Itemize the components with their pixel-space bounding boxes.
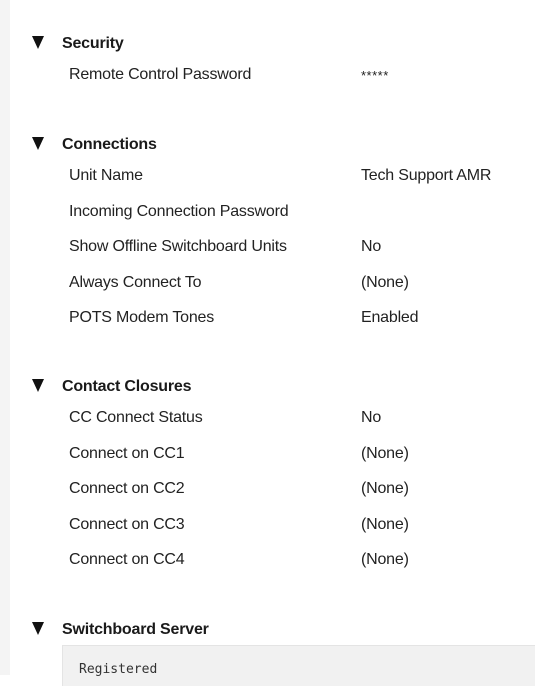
section-title-switchboard-server: Switchboard Server xyxy=(62,621,209,638)
property-row-connect-on-cc3[interactable]: Connect on CC3 (None) xyxy=(0,507,535,543)
section-security: Security Remote Control Password ***** xyxy=(0,33,535,93)
section-header-security[interactable]: Security xyxy=(0,33,535,57)
password-value[interactable]: ***** xyxy=(361,68,389,83)
property-row-connect-on-cc2[interactable]: Connect on CC2 (None) xyxy=(0,471,535,507)
caret-down-icon[interactable] xyxy=(32,379,44,392)
pots-modem-tones-value[interactable]: Enabled xyxy=(361,309,419,327)
property-label: Unit Name xyxy=(69,167,143,184)
caret-down-icon[interactable] xyxy=(32,622,44,635)
property-label: POTS Modem Tones xyxy=(69,309,215,326)
property-row-connect-on-cc1[interactable]: Connect on CC1 (None) xyxy=(0,436,535,472)
property-row-remote-control-password[interactable]: Remote Control Password ***** xyxy=(0,57,535,93)
property-row-show-offline-switchboard-units[interactable]: Show Offline Switchboard Units No xyxy=(0,229,535,265)
always-connect-value[interactable]: (None) xyxy=(361,274,409,292)
show-offline-value[interactable]: No xyxy=(361,238,381,256)
section-connections: Connections Unit Name Tech Support AMR I… xyxy=(0,134,535,336)
section-title-security: Security xyxy=(62,35,124,52)
property-row-incoming-connection-password[interactable]: Incoming Connection Password xyxy=(0,194,535,230)
switchboard-server-status-box: Registered xyxy=(62,645,535,686)
property-label: Connect on CC3 xyxy=(69,515,185,533)
section-header-connections[interactable]: Connections xyxy=(0,134,535,158)
property-row-pots-modem-tones[interactable]: POTS Modem Tones Enabled xyxy=(0,300,535,336)
property-label: Incoming Connection Password xyxy=(69,202,289,220)
connect-cc2-value[interactable]: (None) xyxy=(361,480,409,498)
property-row-always-connect-to[interactable]: Always Connect To (None) xyxy=(0,265,535,301)
section-contact-closures: Contact Closures CC Connect Status No Co… xyxy=(0,376,535,578)
property-row-unit-name[interactable]: Unit Name Tech Support AMR xyxy=(0,158,535,194)
section-header-contact-closures[interactable]: Contact Closures xyxy=(0,376,535,400)
section-title-connections: Connections xyxy=(62,136,157,153)
property-label: Remote Control Password xyxy=(69,66,252,83)
properties-panel: Security Remote Control Password ***** C… xyxy=(0,0,535,686)
caret-down-icon[interactable] xyxy=(32,36,44,49)
connect-cc4-value[interactable]: (None) xyxy=(361,551,409,569)
caret-down-icon[interactable] xyxy=(32,137,44,150)
unit-name-value[interactable]: Tech Support AMR xyxy=(361,167,491,185)
connect-cc3-value[interactable]: (None) xyxy=(361,516,409,534)
cc-connect-status-value[interactable]: No xyxy=(361,409,381,427)
property-label: Connect on CC4 xyxy=(69,551,185,568)
property-label: Connect on CC2 xyxy=(69,480,185,497)
property-label: CC Connect Status xyxy=(69,409,203,426)
property-label: Show Offline Switchboard Units xyxy=(69,238,287,255)
property-row-cc-connect-status[interactable]: CC Connect Status No xyxy=(0,400,535,436)
property-label: Always Connect To xyxy=(69,273,202,291)
section-title-contact-closures: Contact Closures xyxy=(62,378,192,395)
section-switchboard-server: Switchboard Server xyxy=(0,619,535,643)
property-label: Connect on CC1 xyxy=(69,444,185,462)
connect-cc1-value[interactable]: (None) xyxy=(361,445,409,463)
section-header-switchboard-server[interactable]: Switchboard Server xyxy=(0,619,535,643)
property-row-connect-on-cc4[interactable]: Connect on CC4 (None) xyxy=(0,542,535,578)
